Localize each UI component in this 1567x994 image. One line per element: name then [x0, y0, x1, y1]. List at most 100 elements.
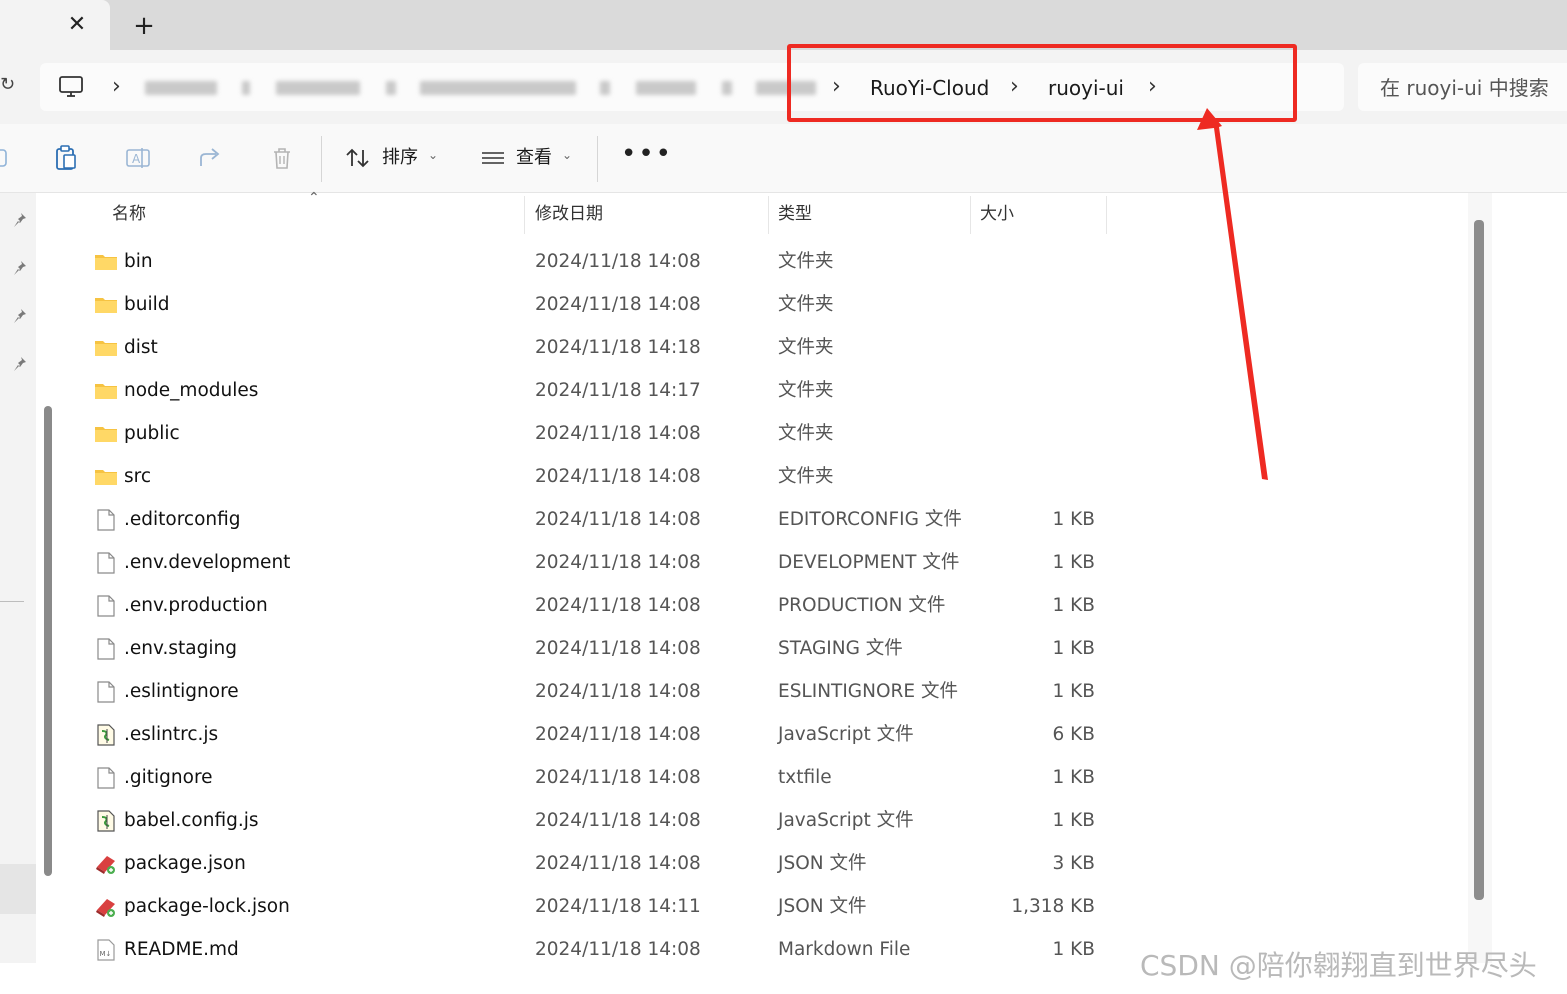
paste-icon[interactable]: [52, 144, 80, 172]
file-row[interactable]: .env.staging 2024/11/18 14:08 STAGING 文件 1 …: [64, 627, 1464, 670]
sort-icon[interactable]: [344, 144, 372, 172]
file-row[interactable]: dist 2024/11/18 14:18 文件夹: [64, 326, 1464, 369]
computer-icon[interactable]: [58, 75, 84, 99]
column-divider[interactable]: [524, 196, 525, 234]
folder-icon: [94, 294, 118, 316]
file-icon: [94, 681, 118, 703]
file-name[interactable]: .env.production: [124, 594, 268, 618]
column-header-size[interactable]: 大小: [980, 204, 1014, 224]
blurred-crumb: [420, 81, 576, 95]
column-divider[interactable]: [970, 196, 971, 234]
file-row[interactable]: package-lock.json 2024/11/18 14:11 JSON 文件…: [64, 885, 1464, 928]
file-size: 3 KB: [1052, 853, 1095, 874]
column-header-type[interactable]: 类型: [778, 204, 812, 224]
file-size: 6 KB: [1052, 724, 1095, 745]
active-tab[interactable]: ✕: [0, 0, 110, 50]
file-type: Markdown File: [778, 939, 911, 960]
view-chevron-down-icon[interactable]: ⌄: [562, 148, 572, 162]
file-icon: [94, 595, 118, 617]
file-row[interactable]: .editorconfig 2024/11/18 14:08 EDITORCONFI…: [64, 498, 1464, 541]
file-name[interactable]: .gitignore: [124, 766, 213, 790]
refresh-icon[interactable]: ↻: [0, 74, 15, 95]
file-name[interactable]: babel.config.js: [124, 809, 259, 833]
file-name[interactable]: .editorconfig: [124, 508, 241, 532]
blurred-separator: [386, 81, 396, 95]
markdown-file-icon: M↓: [94, 939, 118, 961]
file-name[interactable]: .eslintrc.js: [124, 723, 218, 747]
file-name[interactable]: build: [124, 293, 170, 317]
cut-icon[interactable]: [0, 144, 14, 172]
file-size: 1 KB: [1052, 509, 1095, 530]
column-header-date[interactable]: 修改日期: [535, 204, 603, 224]
file-date: 2024/11/18 14:08: [535, 509, 701, 530]
share-icon[interactable]: [196, 144, 224, 172]
file-name[interactable]: node_modules: [124, 379, 258, 403]
close-tab-icon[interactable]: ✕: [64, 12, 90, 38]
file-date: 2024/11/18 14:08: [535, 939, 701, 960]
file-size: 1 KB: [1052, 939, 1095, 960]
file-row[interactable]: package.json 2024/11/18 14:08 JSON 文件 3 KB: [64, 842, 1464, 885]
breadcrumb-separator[interactable]: ›: [112, 74, 121, 100]
more-options-button[interactable]: •••: [621, 140, 673, 168]
file-row[interactable]: .eslintrc.js 2024/11/18 14:08 JavaScript 文…: [64, 713, 1464, 756]
rename-icon[interactable]: A: [124, 144, 152, 172]
view-icon[interactable]: [480, 144, 508, 172]
column-divider[interactable]: [1106, 196, 1107, 234]
file-name[interactable]: bin: [124, 250, 153, 274]
file-date: 2024/11/18 14:08: [535, 595, 701, 616]
file-date: 2024/11/18 14:17: [535, 380, 701, 401]
navigation-selected-item[interactable]: [0, 864, 36, 914]
file-type: 文件夹: [778, 380, 834, 401]
folder-icon: [94, 423, 118, 445]
file-size: 1 KB: [1052, 552, 1095, 573]
pin-icon[interactable]: [12, 307, 30, 325]
view-button[interactable]: 查看: [516, 146, 552, 170]
file-name[interactable]: .eslintignore: [124, 680, 239, 704]
file-row[interactable]: babel.config.js 2024/11/18 14:08 JavaScrip…: [64, 799, 1464, 842]
file-name[interactable]: .env.staging: [124, 637, 237, 661]
file-date: 2024/11/18 14:08: [535, 853, 701, 874]
file-row[interactable]: public 2024/11/18 14:08 文件夹: [64, 412, 1464, 455]
file-name[interactable]: src: [124, 465, 151, 489]
file-name[interactable]: package.json: [124, 852, 246, 876]
pin-icon[interactable]: [12, 211, 30, 229]
file-name[interactable]: public: [124, 422, 180, 446]
file-name[interactable]: .env.development: [124, 551, 290, 575]
navigation-scrollbar[interactable]: [44, 406, 52, 876]
column-header-name[interactable]: 名称: [112, 204, 146, 224]
file-date: 2024/11/18 14:08: [535, 552, 701, 573]
file-row[interactable]: .gitignore 2024/11/18 14:08 txtfile 1 KB: [64, 756, 1464, 799]
search-box[interactable]: 在 ruoyi-ui 中搜索: [1358, 63, 1567, 111]
file-row[interactable]: src 2024/11/18 14:08 文件夹: [64, 455, 1464, 498]
column-divider[interactable]: [768, 196, 769, 234]
folder-icon: [94, 251, 118, 273]
navigation-divider: [0, 601, 24, 602]
sort-button[interactable]: 排序: [382, 146, 418, 170]
file-name[interactable]: dist: [124, 336, 158, 360]
new-tab-button[interactable]: +: [130, 12, 158, 40]
file-type: JavaScript 文件: [778, 810, 914, 831]
file-type: JSON 文件: [778, 853, 867, 874]
file-row[interactable]: build 2024/11/18 14:08 文件夹: [64, 283, 1464, 326]
file-date: 2024/11/18 14:08: [535, 294, 701, 315]
delete-icon[interactable]: [268, 144, 296, 172]
file-row[interactable]: .eslintignore 2024/11/18 14:08 ESLINTIGNOR…: [64, 670, 1464, 713]
column-header-row: 名称 修改日期 类型 大小: [64, 193, 1468, 235]
pin-icon[interactable]: [12, 259, 30, 277]
file-size: 1,318 KB: [1011, 896, 1095, 917]
sort-chevron-down-icon[interactable]: ⌄: [428, 148, 438, 162]
annotation-highlight-box: [787, 44, 1297, 122]
file-name[interactable]: package-lock.json: [124, 895, 290, 919]
file-row[interactable]: .env.production 2024/11/18 14:08 PRODUCTIO…: [64, 584, 1464, 627]
file-row[interactable]: node_modules 2024/11/18 14:17 文件夹: [64, 369, 1464, 412]
file-list-scrollbar-thumb[interactable]: [1474, 220, 1484, 900]
search-placeholder[interactable]: 在 ruoyi-ui 中搜索: [1380, 75, 1549, 101]
file-row[interactable]: .env.development 2024/11/18 14:08 DEVELOPM…: [64, 541, 1464, 584]
pin-icon[interactable]: [12, 355, 30, 373]
file-row[interactable]: bin 2024/11/18 14:08 文件夹: [64, 240, 1464, 283]
file-type: 文件夹: [778, 294, 834, 315]
file-name[interactable]: README.md: [124, 938, 239, 962]
blurred-crumb: [145, 81, 217, 95]
file-icon: [94, 638, 118, 660]
toolbar-divider: [597, 136, 598, 182]
